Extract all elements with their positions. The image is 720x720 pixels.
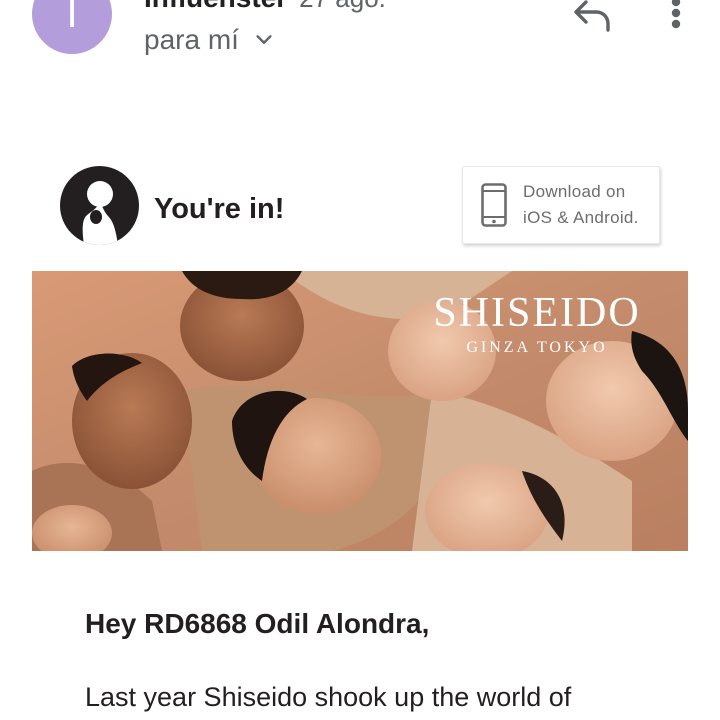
more-vert-icon[interactable] [660, 0, 692, 34]
recipient-toggle[interactable]: para mí [144, 24, 275, 56]
avatar-letter: I [66, 0, 78, 36]
download-line2: iOS & Android. [523, 208, 639, 227]
download-app-button[interactable]: Download on iOS & Android. [462, 166, 660, 244]
sender-avatar[interactable]: I [32, 0, 112, 54]
chevron-down-icon [256, 35, 272, 44]
download-label: Download on iOS & Android. [523, 179, 639, 231]
recipient-label: para mí [144, 24, 239, 55]
headline: You're in! [154, 193, 285, 225]
phone-icon [481, 183, 507, 227]
email-date: 27 ago. [299, 0, 386, 13]
hero-banner-image[interactable]: SHISEIDO GINZA TOKYO [32, 271, 688, 551]
brand-wordmark: SHISEIDO [433, 290, 641, 336]
download-line1: Download on [523, 182, 626, 201]
sender-name: Influenster [144, 0, 287, 13]
influenster-logo [60, 166, 139, 245]
body-paragraph: Last year Shiseido shook up the world of [85, 682, 572, 712]
greeting: Hey RD6868 Odil Alondra, [85, 608, 430, 639]
sender-line: Influenster 27 ago. [144, 0, 386, 14]
brand-tagline: GINZA TOKYO [466, 339, 608, 356]
reply-icon[interactable] [572, 0, 612, 36]
influenster-logo-icon [82, 181, 118, 245]
shiseido-logo: SHISEIDO GINZA TOKYO [412, 289, 662, 357]
